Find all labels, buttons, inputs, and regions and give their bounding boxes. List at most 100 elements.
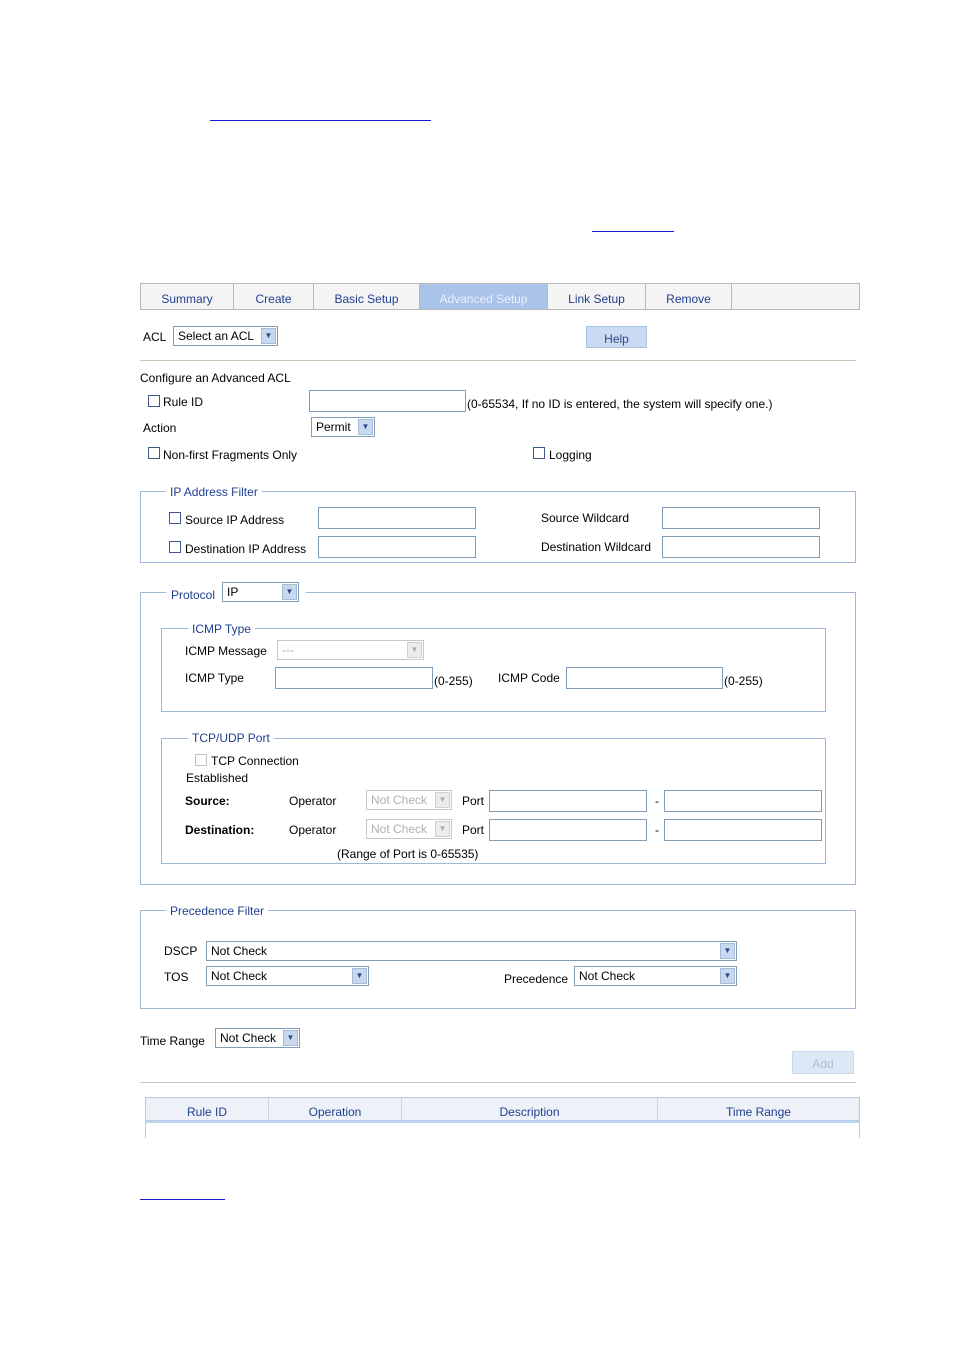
nonfirst-fragments-checkbox[interactable] [148, 447, 160, 459]
icmp-code-range: (0-255) [724, 674, 763, 688]
tab-remove[interactable]: Remove [646, 284, 732, 309]
document-link-top[interactable] [210, 120, 431, 121]
destination-operator-label: Operator [289, 823, 337, 837]
destination-ip-input[interactable] [318, 536, 476, 558]
dscp-label: DSCP [164, 944, 198, 958]
section-title: Configure an Advanced ACL [140, 371, 291, 385]
dscp-select-value: Not Check [211, 944, 268, 958]
tcp-established-label-line1: TCP Connection [211, 754, 299, 768]
source-ip-input[interactable] [318, 507, 476, 529]
add-button[interactable]: Add [792, 1051, 854, 1074]
tcp-established-label-line2: Established [186, 771, 249, 785]
tab-advanced-setup[interactable]: Advanced Setup [420, 284, 548, 309]
icmp-message-label: ICMP Message [185, 644, 267, 658]
icmp-type-range: (0-255) [434, 674, 473, 688]
source-ip-checkbox[interactable] [169, 512, 181, 524]
tab-link-setup[interactable]: Link Setup [548, 284, 646, 309]
time-range-label: Time Range [140, 1034, 205, 1048]
destination-port-caption: Port [462, 823, 485, 837]
precedence-filter-legend: Precedence Filter [166, 904, 269, 918]
tos-label: TOS [164, 970, 189, 984]
precedence-label: Precedence [504, 972, 569, 986]
source-wildcard-input[interactable] [662, 507, 820, 529]
divider-bottom [140, 1082, 856, 1083]
tos-select[interactable]: Not Check ▼ [206, 966, 369, 986]
tab-create[interactable]: Create [234, 284, 314, 309]
destination-wildcard-input[interactable] [662, 536, 820, 558]
protocol-select[interactable]: IP ▼ [222, 582, 299, 602]
icmp-type-legend: ICMP Type [188, 622, 255, 636]
chevron-down-icon: ▼ [282, 584, 297, 600]
source-ip-label: Source IP Address [185, 513, 285, 527]
column-operation[interactable]: Operation [269, 1098, 402, 1120]
source-port-dash: - [655, 794, 659, 808]
logging-checkbox[interactable] [533, 447, 545, 459]
source-port-start-input[interactable] [489, 790, 647, 812]
port-range-note: (Range of Port is 0-65535) [337, 847, 479, 861]
source-operator-label: Operator [289, 794, 337, 808]
tab-basic-setup[interactable]: Basic Setup [314, 284, 420, 309]
dscp-select[interactable]: Not Check ▼ [206, 941, 737, 961]
protocol-select-value: IP [227, 585, 239, 599]
column-description[interactable]: Description [402, 1098, 658, 1120]
chevron-down-icon: ▼ [358, 419, 373, 435]
chevron-down-icon: ▼ [720, 943, 735, 959]
document-link-bottom[interactable] [140, 1199, 225, 1200]
rules-table-header: Rule ID Operation Description Time Range [145, 1097, 860, 1121]
source-wildcard-label: Source Wildcard [541, 511, 630, 525]
chevron-down-icon: ▼ [352, 968, 367, 984]
ip-address-filter-legend: IP Address Filter [166, 485, 262, 499]
column-time-range[interactable]: Time Range [658, 1098, 859, 1120]
action-label: Action [143, 421, 177, 435]
icmp-message-value: --- [282, 643, 294, 657]
rule-id-checkbox[interactable] [148, 395, 160, 407]
rule-id-hint: (0-65534, If no ID is entered, the syste… [467, 397, 773, 411]
source-port-end-input[interactable] [664, 790, 822, 812]
acl-label: ACL [143, 330, 167, 344]
tab-bar: Summary Create Basic Setup Advanced Setu… [140, 283, 860, 310]
destination-operator-value: Not Check [371, 822, 428, 836]
rule-id-label: Rule ID [163, 395, 204, 409]
help-button[interactable]: Help [586, 326, 647, 348]
destination-port-start-input[interactable] [489, 819, 647, 841]
action-select[interactable]: Permit ▼ [311, 417, 375, 437]
rule-id-input[interactable] [309, 390, 466, 412]
destination-port-dash: - [655, 823, 659, 837]
source-port-label: Source: [185, 794, 230, 808]
source-port-caption: Port [462, 794, 485, 808]
chevron-down-icon: ▼ [435, 821, 450, 837]
chevron-down-icon: ▼ [720, 968, 735, 984]
time-range-select-value: Not Check [220, 1031, 277, 1045]
tab-summary[interactable]: Summary [141, 284, 234, 309]
source-operator-select[interactable]: Not Check ▼ [366, 790, 452, 810]
destination-wildcard-label: Destination Wildcard [541, 540, 652, 554]
rules-table-body [145, 1121, 860, 1138]
tcp-udp-port-legend: TCP/UDP Port [188, 731, 274, 745]
source-operator-value: Not Check [371, 793, 428, 807]
time-range-select[interactable]: Not Check ▼ [215, 1028, 300, 1048]
icmp-type-group [161, 628, 826, 712]
chevron-down-icon: ▼ [261, 328, 276, 344]
icmp-type-label: ICMP Type [185, 671, 244, 685]
destination-ip-checkbox[interactable] [169, 541, 181, 553]
icmp-message-select[interactable]: --- ▼ [277, 640, 424, 660]
icmp-code-input[interactable] [566, 667, 723, 689]
icmp-code-label: ICMP Code [498, 671, 560, 685]
icmp-type-input[interactable] [275, 667, 433, 689]
chevron-down-icon: ▼ [435, 792, 450, 808]
column-rule-id[interactable]: Rule ID [146, 1098, 269, 1120]
chevron-down-icon: ▼ [283, 1030, 298, 1046]
tcp-established-checkbox[interactable] [195, 754, 207, 766]
protocol-label: Protocol [171, 588, 216, 602]
destination-operator-select[interactable]: Not Check ▼ [366, 819, 452, 839]
nonfirst-fragments-label: Non-first Fragments Only [163, 448, 298, 462]
destination-port-label: Destination: [185, 823, 255, 837]
chevron-down-icon: ▼ [407, 642, 422, 658]
acl-select[interactable]: Select an ACL ▼ [173, 326, 278, 346]
destination-port-end-input[interactable] [664, 819, 822, 841]
precedence-select-value: Not Check [579, 969, 636, 983]
action-select-value: Permit [316, 420, 351, 434]
logging-label: Logging [549, 448, 592, 462]
precedence-select[interactable]: Not Check ▼ [574, 966, 737, 986]
document-link-middle[interactable] [592, 231, 674, 232]
